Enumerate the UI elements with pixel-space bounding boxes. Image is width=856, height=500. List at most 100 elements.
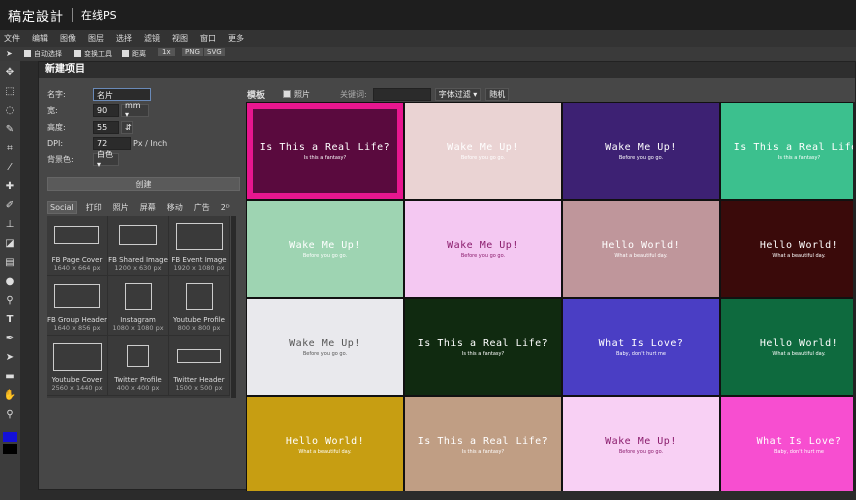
app-logo[interactable]: 稿定設計 — [8, 6, 64, 25]
name-label: 名字: — [47, 89, 66, 99]
zoom-icon[interactable]: ⚲ — [3, 407, 17, 422]
template-card[interactable]: Wake Me Up! Before you go go. — [563, 103, 719, 199]
template-subtitle: Before you go go. — [618, 154, 664, 161]
hand-icon[interactable]: ✋ — [3, 388, 17, 403]
menu-file[interactable]: 文件 — [4, 33, 20, 44]
tab-print[interactable]: 打印 — [84, 201, 104, 214]
menu-edit[interactable]: 编辑 — [32, 33, 48, 44]
preset-item[interactable]: Instagram 1080 x 1080 px — [108, 276, 169, 336]
swap-dimensions-button[interactable]: ⇵ — [121, 120, 133, 134]
background-color-swatch[interactable] — [3, 444, 17, 454]
unit-select[interactable]: mm ▾ — [121, 101, 149, 119]
template-card[interactable]: Is This a Real Life? Is this a fantasy? — [405, 299, 561, 395]
foreground-color-swatch[interactable] — [3, 432, 17, 442]
width-input[interactable]: 90 — [93, 103, 119, 117]
blur-icon[interactable]: ● — [3, 274, 17, 289]
template-subtitle: Baby, don't hurt me — [615, 350, 667, 357]
preset-name: FB Page Cover — [51, 256, 103, 264]
lasso-icon[interactable]: ◌ — [3, 103, 17, 118]
divider — [72, 8, 74, 22]
font-filter-select[interactable]: 字体过滤 ▾ — [434, 87, 482, 101]
eraser-icon[interactable]: ◪ — [3, 236, 17, 251]
template-title: Hello World! — [601, 239, 681, 251]
keyword-input[interactable] — [372, 87, 431, 101]
menu-select[interactable]: 选择 — [116, 33, 132, 44]
png-button[interactable]: PNG — [182, 48, 203, 56]
path-select-icon[interactable]: ➤ — [3, 350, 17, 365]
dpi-input[interactable]: 72 — [93, 136, 131, 150]
distance-label: 距离 — [132, 50, 146, 58]
preset-size: 800 x 800 px — [177, 324, 221, 332]
stamp-icon[interactable]: ⊥ — [3, 217, 17, 232]
preset-name: Youtube Cover — [51, 376, 103, 384]
pen-icon[interactable]: ✒ — [3, 331, 17, 346]
crop-icon[interactable]: ⌗ — [3, 141, 17, 156]
create-button[interactable]: 创建 — [47, 177, 240, 191]
template-card[interactable]: Wake Me Up! Before you go go. — [247, 201, 403, 297]
tab-social[interactable]: Social — [47, 200, 77, 214]
quick-select-icon[interactable]: ✎ — [3, 122, 17, 137]
template-card[interactable]: Hello World! What a beautiful day. — [721, 201, 856, 297]
template-card[interactable]: Wake Me Up! Before you go go. — [247, 299, 403, 395]
move-icon[interactable]: ✥ — [3, 65, 17, 80]
random-button[interactable]: 随机 — [485, 87, 510, 101]
brush-icon[interactable]: ✐ — [3, 198, 17, 213]
svg-button[interactable]: SVG — [204, 48, 225, 56]
template-card[interactable]: Wake Me Up! Before you go go. — [405, 201, 561, 297]
preset-item[interactable]: FB Event Image 1920 x 1080 px — [169, 216, 230, 276]
template-card[interactable]: Is This a Real Life? Is this a fantasy? — [247, 103, 403, 199]
gradient-icon[interactable]: ▤ — [3, 255, 17, 270]
type-icon[interactable]: T — [3, 312, 17, 327]
preset-item[interactable]: FB Shared Image 1200 x 630 px — [108, 216, 169, 276]
name-input[interactable]: 名片 — [93, 87, 151, 101]
marquee-icon[interactable]: ⬚ — [3, 84, 17, 99]
distance-checkbox[interactable] — [122, 50, 129, 57]
menu-window[interactable]: 窗口 — [200, 33, 216, 44]
transform-checkbox[interactable] — [74, 50, 81, 57]
template-title: Is This a Real Life? — [417, 435, 549, 447]
menu-view[interactable]: 视图 — [172, 33, 188, 44]
dodge-icon[interactable]: ⚲ — [3, 293, 17, 308]
shape-icon[interactable]: ▬ — [3, 369, 17, 384]
photos-checkbox[interactable] — [283, 90, 292, 98]
preset-item[interactable]: Youtube Profile 800 x 800 px — [169, 276, 230, 336]
template-subtitle: Before you go go. — [460, 252, 506, 259]
tab-ads[interactable]: 广告 — [192, 201, 212, 214]
tab-mobile[interactable]: 移动 — [165, 201, 185, 214]
healing-icon[interactable]: ✚ — [3, 179, 17, 194]
preset-thumbnail — [177, 349, 221, 363]
menu-layer[interactable]: 图层 — [88, 33, 104, 44]
template-card[interactable]: What Is Love? Baby, don't hurt me — [721, 397, 856, 491]
menu-more[interactable]: 更多 — [228, 33, 244, 44]
preset-item[interactable]: Twitter Profile 400 x 400 px — [108, 336, 169, 396]
menu-filter[interactable]: 滤镜 — [144, 33, 160, 44]
preset-item[interactable]: FB Group Header 1640 x 856 px — [47, 276, 108, 336]
template-card[interactable]: What Is Love? Baby, don't hurt me — [563, 299, 719, 395]
template-card[interactable]: Is This a Real Life? Is this a fantasy? — [721, 103, 856, 199]
tab-2d[interactable]: 2ᴰ — [219, 202, 232, 213]
menu-image[interactable]: 图像 — [60, 33, 76, 44]
template-card[interactable]: Hello World! What a beautiful day. — [721, 299, 856, 395]
template-card[interactable]: Wake Me Up! Before you go go. — [563, 397, 719, 491]
preset-item[interactable]: FB Page Cover 1640 x 664 px — [47, 216, 108, 276]
preset-item[interactable]: Youtube Cover 2560 x 1440 px — [47, 336, 108, 396]
top-bar: 稿定設計 在线PS — [0, 0, 856, 30]
template-card[interactable]: Wake Me Up! Before you go go. — [405, 103, 561, 199]
template-card[interactable]: Hello World! What a beautiful day. — [247, 397, 403, 491]
template-subtitle: Baby, don't hurt me — [773, 448, 825, 455]
move-tool-icon: ➤ — [6, 49, 13, 58]
template-title: Is This a Real Life? — [259, 141, 391, 153]
height-input[interactable]: 55 — [93, 120, 119, 134]
preset-item[interactable]: Twitter Header 1500 x 500 px — [169, 336, 230, 396]
preset-scrollbar[interactable] — [231, 216, 236, 398]
tab-screen[interactable]: 屏幕 — [138, 201, 158, 214]
preset-size: 1500 x 500 px — [175, 384, 223, 392]
auto-select-checkbox[interactable] — [24, 50, 31, 57]
eyedropper-icon[interactable]: ⁄ — [3, 160, 17, 175]
zoom-select[interactable]: 1x — [158, 48, 175, 56]
background-select[interactable]: 白色 ▾ — [93, 150, 119, 169]
preset-thumbnail — [125, 283, 152, 310]
template-card[interactable]: Is This a Real Life? Is this a fantasy? — [405, 397, 561, 491]
template-card[interactable]: Hello World! What a beautiful day. — [563, 201, 719, 297]
tab-photo[interactable]: 照片 — [111, 201, 131, 214]
